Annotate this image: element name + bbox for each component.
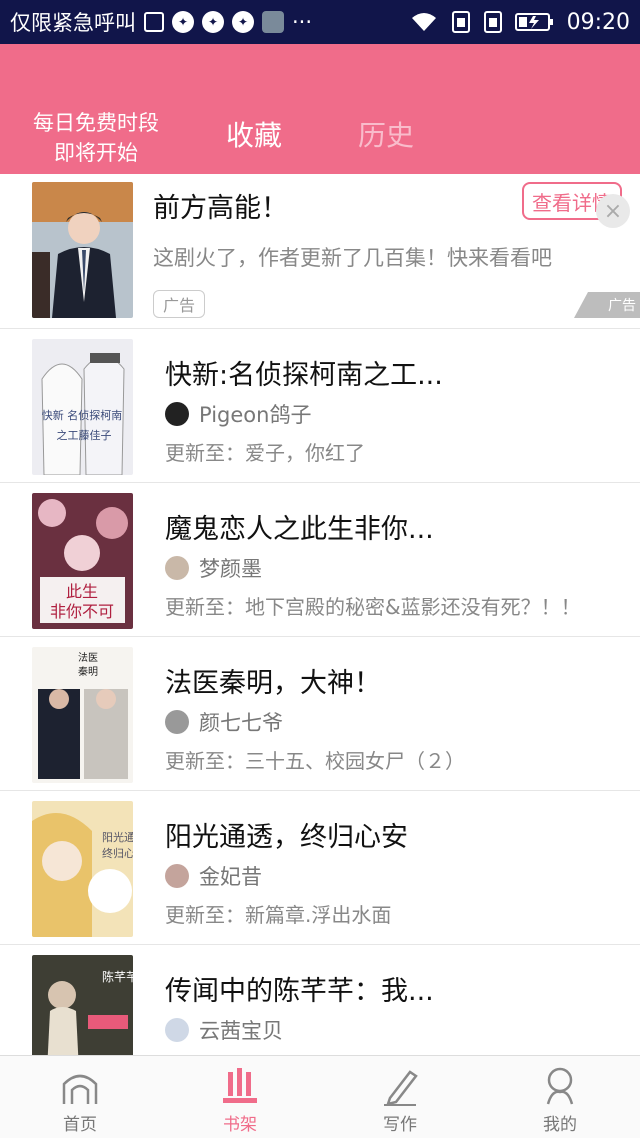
book-title: 魔鬼恋人之此生非你...: [165, 514, 434, 545]
sim-icon: [483, 10, 503, 34]
list-item[interactable]: 法医 秦明 法医秦明，大神！ 颜七七爷 更新至：三十五、校园女尸（２）: [0, 637, 640, 791]
list-item[interactable]: 快新 名侦探柯南 之工藤佳子 快新:名侦探柯南之工... Pigeon鸽子 更新…: [0, 329, 640, 483]
bookshelf-list: 前方高能！ 这剧火了，作者更新了几百集！快来看看吧 广告 查看详情 × 广告 快…: [0, 174, 640, 1055]
author-name: 梦颜墨: [199, 557, 262, 581]
nav-home[interactable]: 首页: [0, 1056, 160, 1138]
author-avatar: [165, 864, 189, 888]
image-notification-icon: [144, 12, 164, 32]
nav-mine[interactable]: 我的: [480, 1056, 640, 1138]
free-time-line2: 即将开始: [54, 141, 138, 165]
avatar-notification-icon: [262, 11, 284, 33]
book-cover: 陈芊芊: [32, 955, 133, 1055]
battery-charging-icon: [514, 11, 555, 33]
status-right: 09:20: [409, 10, 630, 35]
svg-text:之工藤佳子: 之工藤佳子: [57, 428, 112, 442]
nav-mine-label: 我的: [543, 1115, 577, 1135]
book-update: 更新至：新篇章.浮出水面: [165, 903, 392, 927]
nav-bookshelf[interactable]: 书架: [160, 1056, 320, 1138]
app-notification-icon: ✦: [232, 11, 254, 33]
book-update: 更新至：三十五、校园女尸（２）: [165, 749, 465, 773]
nav-home-label: 首页: [63, 1115, 97, 1135]
ad-row[interactable]: 前方高能！ 这剧火了，作者更新了几百集！快来看看吧 广告 查看详情 × 广告: [0, 174, 640, 329]
book-update: 更新至：爱子，你红了: [165, 441, 365, 465]
ad-title: 前方高能！: [153, 193, 288, 224]
app-notification-icon: ✦: [172, 11, 194, 33]
svg-text:陈芊芊: 陈芊芊: [102, 969, 133, 984]
profile-icon: [546, 1067, 574, 1105]
book-cover: 快新 名侦探柯南 之工藤佳子: [32, 339, 133, 475]
header: 每日免费时段 即将开始 收藏 历史: [0, 44, 640, 174]
svg-text:阳光通透: 阳光通透: [102, 830, 133, 844]
book-author: 云茜宝贝: [165, 1015, 283, 1045]
book-cover: 此生 非你不可: [32, 493, 133, 629]
more-notifications-icon: ···: [292, 10, 313, 34]
book-title: 快新:名侦探柯南之工...: [165, 360, 443, 391]
svg-text:快新 名侦探柯南: 快新 名侦探柯南: [42, 408, 123, 422]
status-bar: 仅限紧急呼叫 ✦ ✦ ✦ ··· 09:20: [0, 0, 640, 44]
book-author: 金妃昔: [165, 861, 262, 891]
tab-collect[interactable]: 收藏: [226, 114, 282, 154]
free-time-line1: 每日免费时段: [33, 111, 159, 135]
list-item[interactable]: 此生 非你不可 魔鬼恋人之此生非你... 梦颜墨 更新至：地下宫殿的秘密&蓝影还…: [0, 483, 640, 637]
ad-image: [32, 182, 133, 318]
book-author: 梦颜墨: [165, 553, 262, 583]
svg-text:终归心安: 终归心安: [102, 846, 133, 860]
sim-icon: [451, 10, 471, 34]
svg-text:此生: 此生: [66, 582, 98, 601]
book-update: 更新至：地下宫殿的秘密&蓝影还没有死？！！: [165, 595, 581, 619]
nav-write-label: 写作: [383, 1115, 417, 1135]
book-title: 法医秦明，大神！: [165, 668, 381, 699]
svg-text:非你不可: 非你不可: [50, 602, 114, 621]
book-author: 颜七七爷: [165, 707, 283, 737]
free-time-banner[interactable]: 每日免费时段 即将开始: [24, 108, 168, 168]
author-name: 云茜宝贝: [199, 1019, 283, 1043]
author-avatar: [165, 556, 189, 580]
tab-history[interactable]: 历史: [358, 114, 414, 154]
clock: 09:20: [566, 9, 630, 35]
author-avatar: [165, 710, 189, 734]
ad-description: 这剧火了，作者更新了几百集！快来看看吧: [153, 246, 552, 270]
nav-bookshelf-label: 书架: [223, 1115, 257, 1135]
pen-icon: [384, 1070, 418, 1106]
ad-corner-label: 广告: [574, 292, 640, 318]
bottom-nav: 首页 书架 写作 我的: [0, 1055, 640, 1138]
book-cover: 阳光通透 终归心安: [32, 801, 133, 937]
carrier-text: 仅限紧急呼叫: [10, 11, 136, 35]
svg-text:秦明: 秦明: [78, 665, 98, 678]
book-author: Pigeon鸽子: [165, 399, 311, 429]
list-item[interactable]: 阳光通透 终归心安 阳光通透，终归心安 金妃昔 更新至：新篇章.浮出水面: [0, 791, 640, 945]
bookshelf-icon: [223, 1068, 257, 1103]
wifi-icon: [409, 11, 439, 33]
status-left: 仅限紧急呼叫 ✦ ✦ ✦ ···: [10, 7, 312, 37]
svg-text:法医: 法医: [78, 651, 98, 664]
list-item[interactable]: 陈芊芊 传闻中的陈芊芊：我... 云茜宝贝: [0, 945, 640, 1055]
app-notification-icon: ✦: [202, 11, 224, 33]
author-name: 金妃昔: [199, 865, 262, 889]
nav-write[interactable]: 写作: [320, 1056, 480, 1138]
close-ad-button[interactable]: ×: [596, 194, 630, 228]
home-icon: [62, 1074, 98, 1104]
author-avatar: [165, 1018, 189, 1042]
author-name: Pigeon鸽子: [199, 403, 312, 427]
ad-badge: 广告: [153, 290, 205, 318]
book-title: 传闻中的陈芊芊：我...: [165, 976, 434, 1007]
book-title: 阳光通透，终归心安: [165, 822, 408, 853]
author-avatar: [165, 402, 189, 426]
book-cover: 法医 秦明: [32, 647, 133, 783]
author-name: 颜七七爷: [199, 711, 283, 735]
